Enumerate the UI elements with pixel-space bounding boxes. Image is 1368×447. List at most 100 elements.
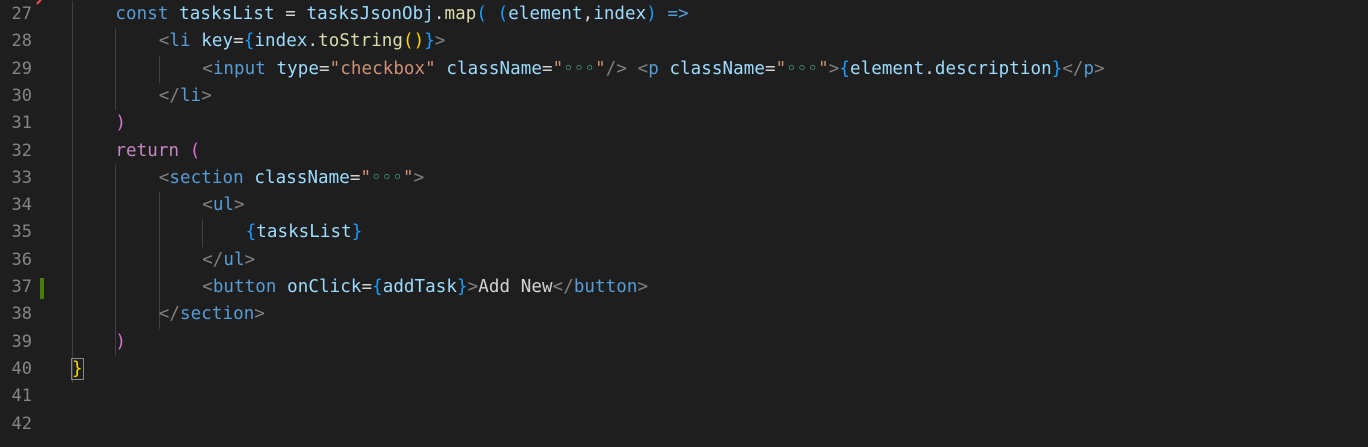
code-token: = [349, 167, 361, 188]
code-token: , [582, 4, 594, 24]
code-token: => [667, 4, 689, 24]
code-token: > [467, 277, 479, 297]
code-token: . [924, 58, 935, 79]
code-token: < [158, 31, 170, 52]
code-token: " [595, 58, 606, 79]
code-token: type [276, 58, 319, 79]
code-token: button [573, 277, 638, 297]
code-token: " [403, 167, 414, 188]
code-token: return [115, 140, 180, 161]
code-token: > [413, 167, 425, 188]
code-line[interactable]: {tasksList} [246, 219, 363, 246]
code-token: ) [115, 113, 127, 134]
code-line[interactable]: } [71, 356, 84, 383]
code-token: tasksJsonObj [306, 4, 434, 24]
line-number: 41 [11, 386, 32, 407]
code-token: () [403, 31, 425, 52]
line-number: 30 [11, 85, 32, 106]
line-number: 31 [11, 113, 32, 134]
code-line[interactable]: <ul> [202, 192, 244, 219]
code-token: { [372, 277, 383, 297]
code-token: = [541, 58, 553, 79]
code-line[interactable]: ) [115, 110, 126, 137]
code-token: const [115, 4, 169, 24]
code-token: { [245, 222, 257, 243]
code-token: > [828, 58, 840, 79]
code-editor[interactable]: 27 28 29 30 31 32 33 34 35 36 37 38 39 40 41 42 const t… [0, 0, 1368, 447]
indent-guide [115, 164, 117, 356]
code-token: = [274, 4, 307, 24]
code-token: < [158, 167, 170, 188]
code-line[interactable]: </ul> [202, 247, 255, 274]
code-token: index [593, 4, 647, 24]
code-token: ◦◦◦ [786, 58, 819, 79]
line-number: 42 [11, 413, 32, 434]
code-line[interactable]: const tasksList = tasksJsonObj.map( (ele… [115, 1, 688, 28]
code-token: " [552, 58, 564, 79]
code-token: ul [212, 195, 235, 216]
code-token: { [243, 31, 255, 52]
code-token: element [508, 4, 583, 24]
code-token: element [849, 58, 925, 79]
code-token: p [1083, 58, 1095, 79]
line-number: 39 [11, 331, 32, 352]
code-token: Add New [478, 277, 553, 297]
code-token: className [254, 167, 350, 188]
code-token: = [319, 58, 330, 79]
code-token: < [202, 195, 213, 216]
line-number: 33 [11, 167, 32, 188]
code-line[interactable]: <section className="◦◦◦"> [159, 165, 424, 192]
code-token: . [307, 31, 319, 52]
code-token: } [71, 357, 84, 380]
code-token: "checkbox" [329, 58, 436, 79]
code-token: " [775, 58, 787, 79]
code-token: toString [318, 31, 404, 52]
code-line[interactable]: <li key={index.toString()}> [159, 28, 446, 55]
code-line[interactable]: return ( [115, 138, 200, 165]
code-token: /> [605, 58, 627, 79]
code-token: section [169, 167, 244, 188]
line-number: 27 [11, 4, 32, 24]
code-token: li [180, 85, 202, 106]
code-token: ( [476, 4, 488, 24]
indent-guide [72, 1, 73, 384]
code-line[interactable]: ) [115, 329, 126, 356]
code-token: ) [115, 331, 127, 352]
code-line[interactable]: <button onClick={addTask}>Add New</butto… [202, 274, 648, 301]
line-number-gutter: 27 28 29 30 31 32 33 34 35 36 37 38 39 40 41 42 [0, 0, 70, 447]
code-token: { [839, 58, 850, 79]
code-line[interactable]: <input type="checkbox" className="◦◦◦"/>… [202, 56, 1105, 83]
code-token: tasksList [256, 222, 352, 243]
code-token: } [424, 31, 435, 52]
code-token: tasksList [179, 4, 275, 24]
code-line[interactable]: </li> [159, 83, 212, 110]
code-token: p [648, 58, 659, 79]
line-number: 36 [11, 249, 32, 270]
code-token: > [1094, 58, 1105, 79]
line-number: 38 [11, 304, 32, 325]
line-number: 35 [11, 222, 32, 243]
line-number: 28 [11, 31, 32, 52]
code-line[interactable]: </section> [159, 301, 265, 328]
modified-line-marker [40, 278, 44, 299]
code-token: > [234, 195, 245, 216]
code-token: > [434, 31, 446, 52]
code-token: } [1051, 58, 1063, 79]
line-number: 37 [11, 277, 32, 297]
code-token: > [244, 249, 256, 270]
code-token: ◦◦◦ [563, 58, 596, 79]
code-area[interactable]: const tasksList = tasksJsonObj.map( (ele… [70, 0, 1368, 447]
code-token: index [254, 31, 308, 52]
indent-guide [202, 219, 204, 247]
code-token: </ [552, 277, 574, 297]
